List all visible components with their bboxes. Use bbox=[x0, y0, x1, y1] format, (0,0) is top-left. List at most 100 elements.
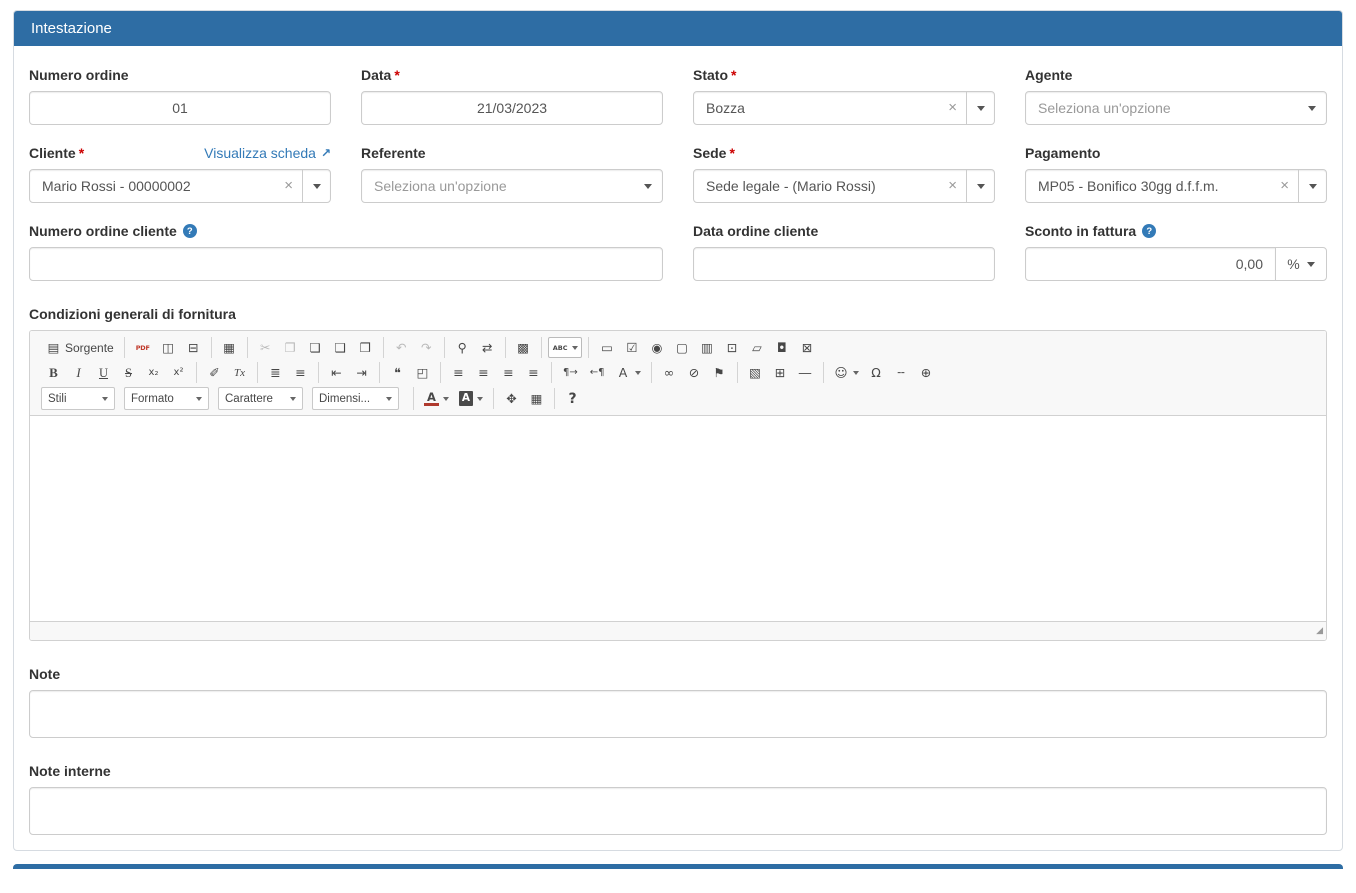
paste-text-button[interactable]: ❑ bbox=[329, 337, 352, 358]
replace-button[interactable]: ⇄ bbox=[476, 337, 499, 358]
font-dropdown[interactable]: Carattere bbox=[218, 387, 303, 410]
blockquote-button[interactable]: ❝ bbox=[386, 362, 409, 383]
form-icon: ▭ bbox=[599, 340, 614, 356]
horizontal-rule-button[interactable]: ― bbox=[794, 362, 817, 383]
align-center-button[interactable]: ≡ bbox=[472, 362, 495, 383]
paste-word-button[interactable]: ❒ bbox=[354, 337, 377, 358]
align-right-button[interactable]: ≡ bbox=[497, 362, 520, 383]
data-ordine-cliente-input[interactable] bbox=[693, 247, 995, 281]
radio-button-button[interactable]: ◉ bbox=[645, 337, 668, 358]
text-color-button[interactable]: A bbox=[420, 388, 453, 409]
iframe-button[interactable]: ⊕ bbox=[915, 362, 938, 383]
copy-formatting-button[interactable]: ✐ bbox=[203, 362, 226, 383]
resize-handle-icon[interactable]: ◢ bbox=[1316, 626, 1323, 636]
note-interne-textarea[interactable] bbox=[29, 787, 1327, 835]
note-textarea[interactable] bbox=[29, 690, 1327, 738]
sconto-input[interactable] bbox=[1025, 247, 1276, 281]
cliente-clear-icon[interactable]: × bbox=[281, 178, 302, 195]
templates-button[interactable]: ▦ bbox=[218, 337, 241, 358]
export-pdf-button[interactable]: PDF bbox=[131, 337, 155, 358]
superscript-button[interactable]: x² bbox=[167, 362, 190, 383]
show-blocks-button[interactable]: ▦ bbox=[525, 388, 548, 409]
indent-button[interactable]: ⇥ bbox=[350, 362, 373, 383]
select-all-icon: ▩ bbox=[516, 340, 531, 356]
textarea-button[interactable]: ▥ bbox=[695, 337, 718, 358]
styles-dropdown[interactable]: Stili bbox=[41, 387, 115, 410]
size-dropdown[interactable]: Dimensi... bbox=[312, 387, 399, 410]
iframe-icon: ⊕ bbox=[919, 365, 934, 381]
text-field-button[interactable]: ▢ bbox=[670, 337, 693, 358]
unlink-button[interactable]: ⊘ bbox=[683, 362, 706, 383]
textarea-icon: ▥ bbox=[699, 340, 714, 356]
background-color-button[interactable]: A bbox=[455, 388, 487, 409]
bulleted-list-button[interactable]: ≡ bbox=[289, 362, 312, 383]
find-button[interactable]: ⚲ bbox=[451, 337, 474, 358]
numero-ordine-input[interactable] bbox=[29, 91, 331, 125]
outdent-button[interactable]: ⇤ bbox=[325, 362, 348, 383]
spell-check-button[interactable]: ABC bbox=[548, 337, 583, 358]
button-button[interactable]: ▱ bbox=[745, 337, 768, 358]
paste-button[interactable]: ❏ bbox=[304, 337, 327, 358]
numero-ordine-cliente-help-icon[interactable]: ? bbox=[183, 224, 197, 238]
chevron-down-icon bbox=[1309, 184, 1317, 189]
subscript-button[interactable]: x₂ bbox=[142, 362, 165, 383]
strikethrough-button[interactable]: S bbox=[117, 362, 140, 383]
referente-select[interactable]: Seleziona un'opzione bbox=[361, 169, 663, 203]
numero-ordine-cliente-input[interactable] bbox=[29, 247, 663, 281]
link-button[interactable]: ∞ bbox=[658, 362, 681, 383]
required-mark: * bbox=[394, 67, 399, 83]
about-button[interactable]: ? bbox=[561, 388, 584, 409]
underline-icon: U bbox=[96, 365, 111, 381]
sede-clear-icon[interactable]: × bbox=[945, 178, 966, 195]
bidi-rtl-button[interactable]: ←¶ bbox=[585, 362, 610, 383]
underline-button[interactable]: U bbox=[92, 362, 115, 383]
source-button[interactable]: ▤Sorgente bbox=[42, 337, 118, 358]
special-character-button[interactable]: Ω bbox=[865, 362, 888, 383]
select-field-button[interactable]: ⊡ bbox=[720, 337, 743, 358]
print-button[interactable]: ⊟ bbox=[182, 337, 205, 358]
visualizza-scheda-link[interactable]: Visualizza scheda ↗ bbox=[204, 145, 331, 161]
format-dropdown[interactable]: Formato bbox=[124, 387, 209, 410]
strikethrough-icon: S bbox=[121, 365, 136, 381]
smiley-button[interactable]: ☺ bbox=[830, 362, 863, 383]
table-button[interactable]: ⊞ bbox=[769, 362, 792, 383]
pagamento-select[interactable]: MP05 - Bonifico 30gg d.f.f.m. × bbox=[1025, 169, 1327, 203]
data-input[interactable] bbox=[361, 91, 663, 125]
hidden-field-button[interactable]: ⊠ bbox=[795, 337, 818, 358]
page-break-button[interactable]: ╌ bbox=[890, 362, 913, 383]
align-justify-button[interactable]: ≡ bbox=[522, 362, 545, 383]
button-icon: ▱ bbox=[749, 340, 764, 356]
cliente-select[interactable]: Mario Rossi - 00000002 × bbox=[29, 169, 331, 203]
editor-content-area[interactable] bbox=[30, 416, 1326, 621]
italic-button[interactable]: I bbox=[67, 362, 90, 383]
numbered-list-button[interactable]: ≣ bbox=[264, 362, 287, 383]
bidi-ltr-button[interactable]: ¶→ bbox=[558, 362, 583, 383]
sconto-help-icon[interactable]: ? bbox=[1142, 224, 1156, 238]
sede-select[interactable]: Sede legale - (Mario Rossi) × bbox=[693, 169, 995, 203]
image-button[interactable]: ▧ bbox=[744, 362, 767, 383]
anchor-button[interactable]: ⚑ bbox=[708, 362, 731, 383]
toolbar-group: ⇤⇥ bbox=[319, 362, 380, 383]
form-button[interactable]: ▭ bbox=[595, 337, 618, 358]
image-button-button[interactable]: ◘ bbox=[770, 337, 793, 358]
bold-button[interactable]: B bbox=[42, 362, 65, 383]
div-container-button[interactable]: ◰ bbox=[411, 362, 434, 383]
bidi-ltr-icon: ¶→ bbox=[562, 365, 579, 381]
preview-button[interactable]: ◫ bbox=[157, 337, 180, 358]
checkbox-icon: ☑ bbox=[624, 340, 639, 356]
pagamento-clear-icon[interactable]: × bbox=[1277, 178, 1298, 195]
sconto-unit-select[interactable]: % bbox=[1275, 247, 1327, 281]
chevron-down-icon bbox=[977, 106, 985, 111]
toolbar-group: PDF◫⊟ bbox=[125, 337, 212, 358]
remove-format-button[interactable]: Tx bbox=[228, 362, 251, 383]
maximize-button[interactable]: ✥ bbox=[500, 388, 523, 409]
checkbox-button[interactable]: ☑ bbox=[620, 337, 643, 358]
referente-select-placeholder: Seleziona un'opzione bbox=[362, 178, 634, 194]
select-all-button[interactable]: ▩ bbox=[512, 337, 535, 358]
align-left-button[interactable]: ≡ bbox=[447, 362, 470, 383]
stato-clear-icon[interactable]: × bbox=[945, 100, 966, 117]
numero-ordine-label: Numero ordine bbox=[29, 66, 331, 84]
agente-select[interactable]: Seleziona un'opzione bbox=[1025, 91, 1327, 125]
stato-select[interactable]: Bozza × bbox=[693, 91, 995, 125]
language-button[interactable]: A bbox=[612, 362, 645, 383]
